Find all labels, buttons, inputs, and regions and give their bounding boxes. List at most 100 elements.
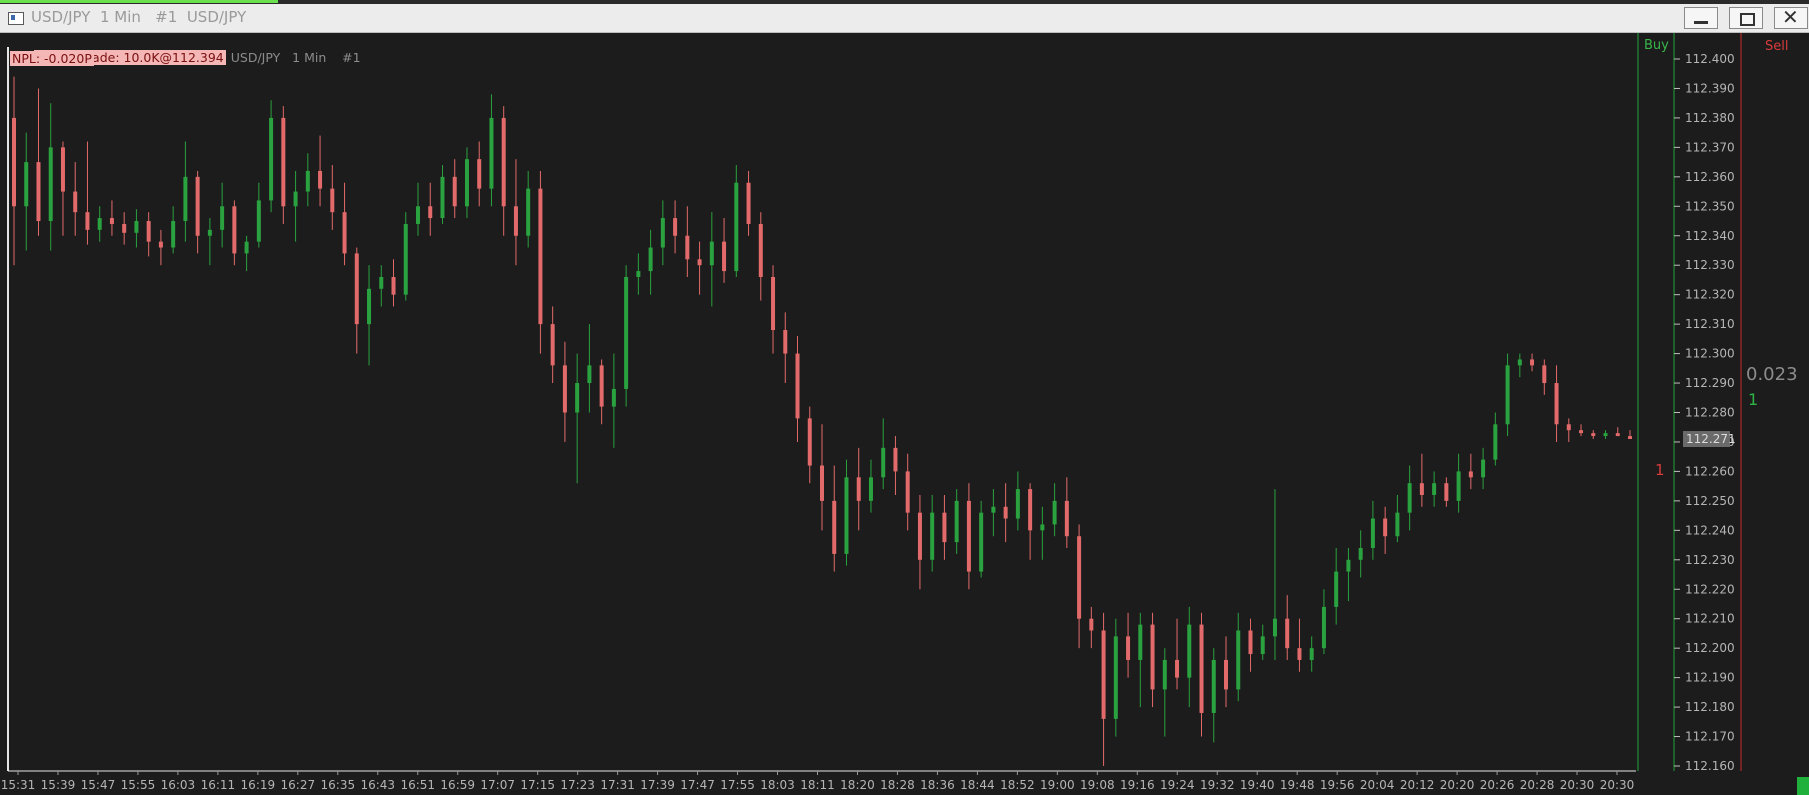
candle-body xyxy=(158,241,163,248)
candle-body xyxy=(318,170,323,189)
close-icon: ✕ xyxy=(1782,5,1799,29)
x-tick-label: 18:03 xyxy=(760,778,795,792)
y-tick-label: 112.180 xyxy=(1685,700,1735,714)
minimize-icon xyxy=(1694,21,1708,24)
candle-body xyxy=(771,276,776,331)
candle-body xyxy=(991,506,996,513)
candle-body xyxy=(171,221,176,248)
y-tick-label: 112.250 xyxy=(1685,494,1735,508)
chart-area[interactable]: 112.160 112.170 112.180 112.190 112.200 112.2… xyxy=(0,33,1809,795)
y-tick-label: 112.290 xyxy=(1685,376,1735,390)
candle-body xyxy=(379,276,384,289)
candle-body xyxy=(660,218,665,248)
minimize-button[interactable] xyxy=(1684,7,1718,29)
position-quantity: 1 xyxy=(1748,390,1759,409)
x-tick-label: 16:11 xyxy=(201,778,236,792)
y-tick-label: 112.240 xyxy=(1685,523,1735,537)
candle-body xyxy=(1064,500,1069,537)
candle-body xyxy=(1481,459,1486,478)
candle-body xyxy=(1297,648,1302,660)
y-tick-label: 112.230 xyxy=(1685,553,1735,567)
candle-body xyxy=(881,447,886,478)
x-tick-label: 20:04 xyxy=(1360,778,1395,792)
status-indicator xyxy=(1797,777,1809,795)
x-tick-label: 17:47 xyxy=(680,778,715,792)
candle-body xyxy=(1138,624,1143,660)
sell-column-label[interactable]: Sell xyxy=(1765,39,1788,54)
candle-body xyxy=(73,191,78,213)
candle-body xyxy=(403,223,408,295)
candle-body xyxy=(636,271,641,277)
candle-body xyxy=(868,477,873,501)
y-tick-label: 112.370 xyxy=(1685,140,1735,154)
candle-body xyxy=(562,365,567,413)
candle-body xyxy=(1211,659,1216,713)
y-tick-label: 112.320 xyxy=(1685,288,1735,302)
x-tick-label: 19:48 xyxy=(1280,778,1315,792)
price-chart[interactable]: 112.160 112.170 112.180 112.190 112.200 112.2… xyxy=(0,33,1809,795)
x-tick-label: 18:28 xyxy=(880,778,915,792)
candle-body xyxy=(207,229,212,236)
x-tick-label: 18:44 xyxy=(960,778,995,792)
y-tick-label: 112.210 xyxy=(1685,612,1735,626)
candle-body xyxy=(1505,365,1510,425)
x-tick-label: 20:30 xyxy=(1600,778,1635,792)
candle-body xyxy=(501,117,506,207)
candle-body xyxy=(611,388,616,407)
candle-body xyxy=(550,324,555,366)
candle-body xyxy=(1175,659,1180,678)
candle-body xyxy=(966,500,971,572)
npl-value: NPL: -0.020P xyxy=(10,51,94,66)
buy-column-label[interactable]: Buy xyxy=(1644,38,1669,53)
candle-body xyxy=(746,182,751,224)
y-tick-label: 112.390 xyxy=(1685,81,1735,95)
maximize-button[interactable] xyxy=(1729,7,1763,29)
candle-body xyxy=(758,223,763,277)
candle-body xyxy=(220,206,225,230)
candle-body xyxy=(1346,559,1351,572)
candle-body xyxy=(807,418,812,466)
candle-body xyxy=(709,241,714,266)
close-button[interactable]: ✕ xyxy=(1774,5,1808,29)
y-tick-label: 112.330 xyxy=(1685,258,1735,272)
x-tick-label: 19:40 xyxy=(1240,778,1275,792)
x-tick-label: 16:43 xyxy=(360,778,395,792)
candle-body xyxy=(1126,636,1131,660)
candle-body xyxy=(1370,518,1375,549)
candle-body xyxy=(856,477,861,501)
candle-body xyxy=(367,288,372,325)
candle-body xyxy=(244,241,249,254)
candle-body xyxy=(1236,630,1241,690)
candle-body xyxy=(1554,383,1559,425)
candle-body xyxy=(416,206,420,224)
y-tick-label: 112.260 xyxy=(1685,464,1735,478)
candle-body xyxy=(1628,436,1632,440)
x-tick-label: 16:03 xyxy=(161,778,196,792)
x-tick-label: 20:26 xyxy=(1480,778,1515,792)
candle-body xyxy=(1015,489,1020,519)
candle-body xyxy=(1285,618,1290,649)
y-tick-label: 112.280 xyxy=(1685,406,1735,420)
candle-body xyxy=(1089,618,1094,631)
candle-body xyxy=(538,188,543,325)
candle-body xyxy=(954,500,959,543)
x-tick-label: 16:59 xyxy=(440,778,475,792)
candle-body xyxy=(1395,512,1400,537)
working-order-quantity[interactable]: 1 xyxy=(1655,461,1665,479)
x-tick-label: 20:30 xyxy=(1560,778,1595,792)
candle-body xyxy=(1309,648,1314,660)
y-tick-label: 112.360 xyxy=(1685,170,1735,184)
candle-body xyxy=(1162,659,1167,690)
x-tick-label: 19:16 xyxy=(1120,778,1155,792)
candle-body xyxy=(1530,359,1535,366)
candle-body xyxy=(1615,433,1620,437)
title-bar[interactable]: USD/JPY 1 Min #1 USD/JPY ✕ xyxy=(0,4,1809,33)
x-tick-label: 16:27 xyxy=(281,778,316,792)
candle-body xyxy=(1003,506,1008,519)
candle-body xyxy=(85,212,90,230)
candle-body xyxy=(575,383,580,413)
candle-body xyxy=(1272,618,1277,637)
candle-body xyxy=(97,218,102,230)
candle-body xyxy=(673,218,678,236)
chart-caption: USD/JPY 1 Min #1 xyxy=(230,50,361,65)
